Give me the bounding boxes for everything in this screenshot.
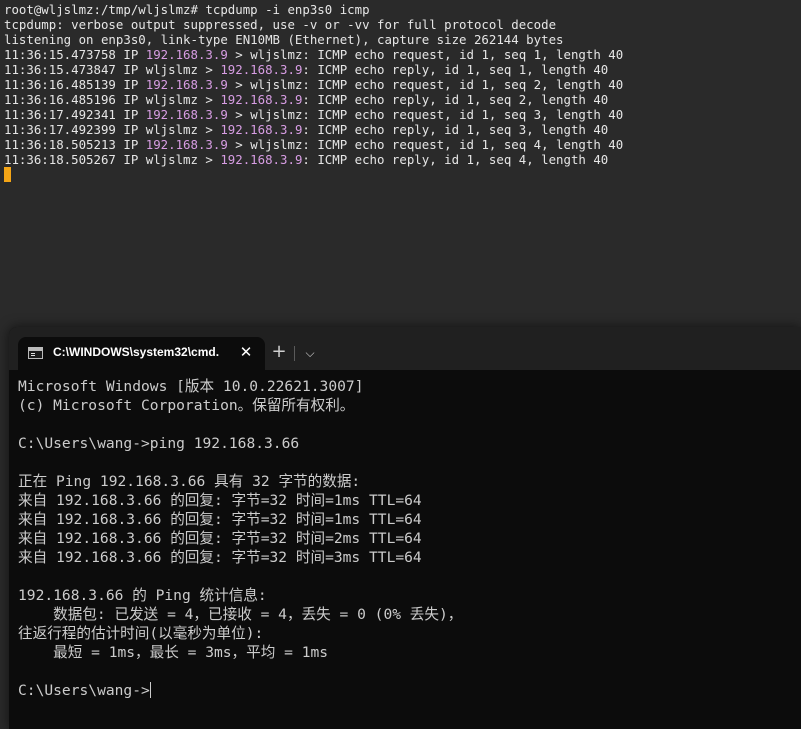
terminal-line: 11:36:16.485139 IP 192.168.3.9 > wljslmz… [4, 77, 623, 92]
cmd-line: 来自 192.168.3.66 的回复: 字节=32 时间=3ms TTL=64 [18, 549, 422, 566]
terminal-line: 11:36:17.492399 IP wljslmz > 192.168.3.9… [4, 122, 623, 137]
line-text: 11:36:15.473847 IP wljslmz > [4, 62, 221, 77]
line-text: 11:36:16.485139 IP [4, 77, 146, 92]
chevron-down-icon[interactable]: ⌵ [299, 341, 321, 365]
ip-address: 192.168.3.9 [220, 152, 303, 167]
cmd-line: Microsoft Windows [版本 10.0.22621.3007] [18, 378, 364, 395]
ip-address: 192.168.3.9 [145, 47, 228, 62]
ip-address: 192.168.3.9 [220, 122, 303, 137]
terminal-line: root@wljslmz:/tmp/wljslmz# tcpdump -i en… [4, 2, 370, 17]
ip-address: 192.168.3.9 [145, 77, 228, 92]
terminal-line: tcpdump: verbose output suppressed, use … [4, 17, 557, 32]
line-text: > wljslmz: ICMP echo request, id 1, seq … [227, 107, 624, 122]
text-cursor [149, 682, 151, 698]
cmd-line: 192.168.3.66 的 Ping 统计信息: [18, 587, 267, 604]
close-tab-icon[interactable]: ✕ [236, 341, 256, 363]
linux-terminal-output: root@wljslmz:/tmp/wljslmz# tcpdump -i en… [4, 2, 623, 167]
cmd-prompt-line[interactable]: C:\Users\wang-> [18, 681, 462, 700]
terminal-line: 11:36:17.492341 IP 192.168.3.9 > wljslmz… [4, 107, 623, 122]
tab-title: C:\WINDOWS\system32\cmd. [53, 345, 220, 359]
line-text: : ICMP echo reply, id 1, seq 4, length 4… [302, 152, 609, 167]
cmd-icon [28, 347, 43, 359]
terminal-line: 11:36:18.505213 IP 192.168.3.9 > wljslmz… [4, 137, 623, 152]
line-text: : ICMP echo reply, id 1, seq 3, length 4… [302, 122, 609, 137]
terminal-line: 11:36:18.505267 IP wljslmz > 192.168.3.9… [4, 152, 623, 167]
tab-cmd[interactable]: C:\WINDOWS\system32\cmd. ✕ [18, 337, 265, 370]
line-text: > wljslmz: ICMP echo request, id 1, seq … [227, 137, 624, 152]
cmd-line [18, 415, 462, 434]
line-text: 11:36:17.492341 IP [4, 107, 146, 122]
ip-address: 192.168.3.9 [145, 137, 228, 152]
cmd-prompt: C:\Users\wang-> [18, 682, 150, 699]
windows-terminal-window[interactable]: C:\WINDOWS\system32\cmd. ✕ + ⌵ Microsoft… [9, 327, 801, 729]
line-text: 11:36:15.473758 IP [4, 47, 146, 62]
line-text: : ICMP echo reply, id 1, seq 2, length 4… [302, 92, 609, 107]
cmd-line: 数据包: 已发送 = 4，已接收 = 4，丢失 = 0 (0% 丢失)， [18, 606, 463, 623]
cmd-line: (c) Microsoft Corporation。保留所有权利。 [18, 397, 355, 414]
tab-divider [294, 346, 295, 361]
cmd-line: 来自 192.168.3.66 的回复: 字节=32 时间=2ms TTL=64 [18, 530, 422, 547]
line-text: 11:36:18.505213 IP [4, 137, 146, 152]
cmd-line [18, 662, 462, 681]
cmd-line: 正在 Ping 192.168.3.66 具有 32 字节的数据: [18, 473, 361, 490]
line-text: > wljslmz: ICMP echo request, id 1, seq … [227, 47, 624, 62]
new-tab-button[interactable]: + [267, 341, 291, 365]
line-text: 11:36:17.492399 IP wljslmz > [4, 122, 221, 137]
line-text: : ICMP echo reply, id 1, seq 1, length 4… [302, 62, 609, 77]
cmd-line: 往返行程的估计时间(以毫秒为单位): [18, 625, 264, 642]
ip-address: 192.168.3.9 [145, 107, 228, 122]
tab-strip: C:\WINDOWS\system32\cmd. ✕ + ⌵ [9, 327, 801, 370]
cmd-line: 最短 = 1ms，最长 = 3ms，平均 = 1ms [18, 644, 329, 661]
terminal-line: listening on enp3s0, link-type EN10MB (E… [4, 32, 564, 47]
cmd-line [18, 453, 462, 472]
terminal-line: 11:36:16.485196 IP wljslmz > 192.168.3.9… [4, 92, 623, 107]
ip-address: 192.168.3.9 [220, 62, 303, 77]
cmd-line: 来自 192.168.3.66 的回复: 字节=32 时间=1ms TTL=64 [18, 492, 422, 509]
cmd-line: C:\Users\wang->ping 192.168.3.66 [18, 435, 300, 452]
terminal-line: 11:36:15.473758 IP 192.168.3.9 > wljslmz… [4, 47, 623, 62]
terminal-line: 11:36:15.473847 IP wljslmz > 192.168.3.9… [4, 62, 623, 77]
line-text: 11:36:16.485196 IP wljslmz > [4, 92, 221, 107]
terminal-cursor [4, 167, 11, 182]
cmd-line: 来自 192.168.3.66 的回复: 字节=32 时间=1ms TTL=64 [18, 511, 422, 528]
line-text: > wljslmz: ICMP echo request, id 1, seq … [227, 77, 624, 92]
cmd-line [18, 567, 462, 586]
cmd-output: Microsoft Windows [版本 10.0.22621.3007] (c… [18, 377, 462, 700]
ip-address: 192.168.3.9 [220, 92, 303, 107]
line-text: 11:36:18.505267 IP wljslmz > [4, 152, 221, 167]
